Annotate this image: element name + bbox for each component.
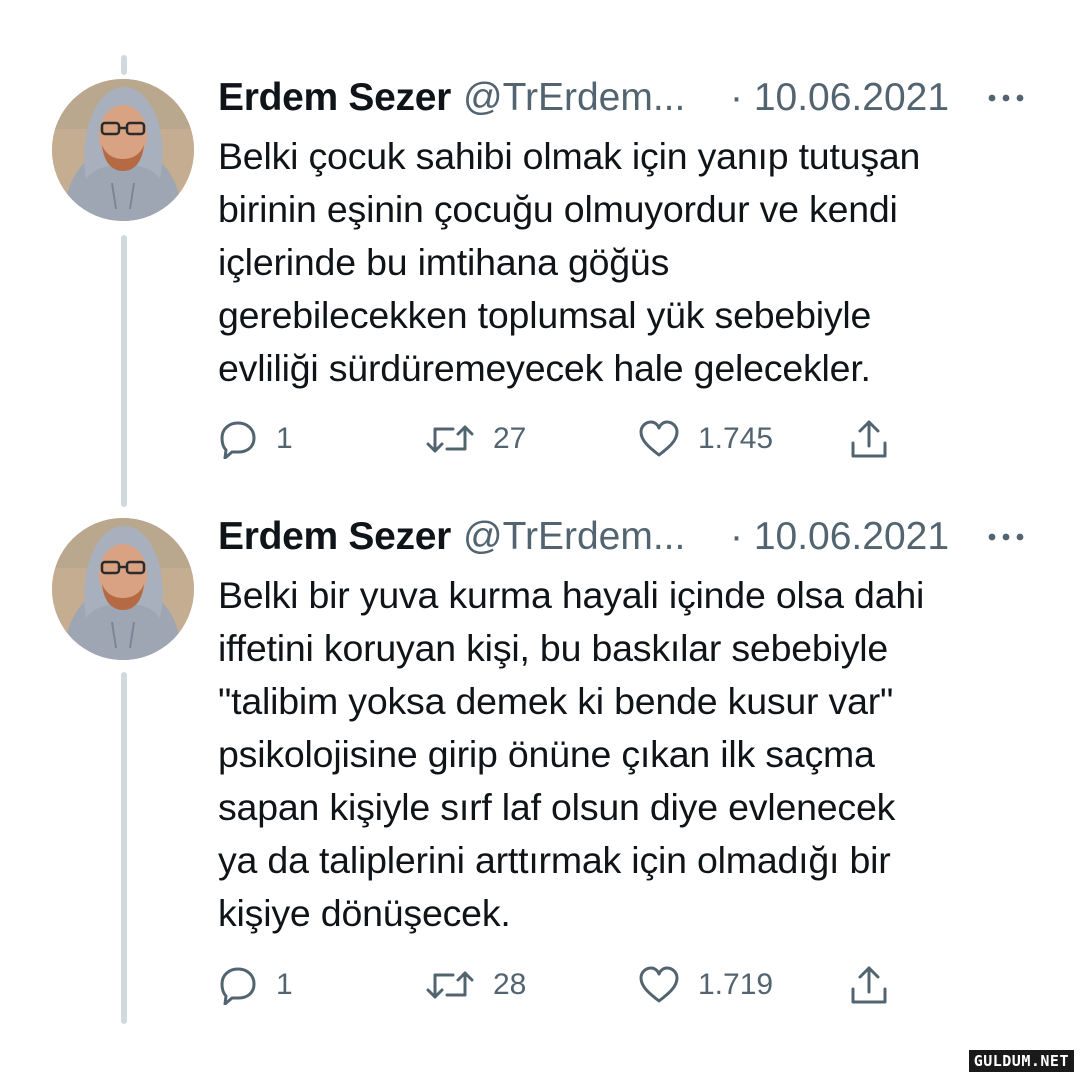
share-button[interactable] [848,417,890,461]
retweet-button[interactable]: 27 [425,417,526,461]
reply-button[interactable]: 1 [218,417,293,461]
retweet-icon [426,425,474,453]
tweet[interactable]: Erdem Sezer @TrErdem... · 10.06.2021 Belk… [218,70,1038,395]
author-name[interactable]: Erdem Sezer [218,76,451,119]
reply-count: 1 [276,968,293,1001]
like-button[interactable]: 1.745 [638,417,773,461]
thread-line-bottom [121,672,127,1024]
reply-button[interactable]: 1 [218,963,293,1007]
like-count: 1.719 [698,968,774,1001]
tweet-text: Belki bir yuva kurma hayali içinde olsa … [218,574,925,934]
author-name[interactable]: Erdem Sezer [218,515,451,558]
retweet-count: 28 [493,968,527,1001]
share-button[interactable] [848,963,890,1007]
more-icon[interactable] [986,523,1026,551]
author-handle[interactable]: @TrErdem... [463,515,685,558]
watermark: GULDUM.NET [968,1050,1074,1072]
tweet-actions: 1 28 1.719 [218,963,918,1007]
heart-icon [639,966,679,1003]
retweet-icon [426,971,474,999]
tweet-text: Belki çocuk sahibi olmak için yanıp tutu… [218,135,921,389]
thread-line-top [121,55,127,75]
tweet[interactable]: Erdem Sezer @TrErdem... · 10.06.2021 Belk… [218,509,1038,940]
reply-icon [220,967,256,1005]
reply-count: 1 [276,422,293,455]
tweet-date[interactable]: · 10.06.2021 [730,509,949,565]
heart-icon [639,420,679,457]
like-button[interactable]: 1.719 [638,963,773,1007]
reply-icon [220,421,256,459]
avatar[interactable] [52,79,194,221]
share-icon [851,420,887,458]
tweet-actions: 1 27 1.745 [218,417,918,461]
tweet-header: Erdem Sezer @TrErdem... · 10.06.2021 [218,70,1038,126]
thread-line-middle [121,235,127,507]
retweet-count: 27 [493,422,527,455]
retweet-button[interactable]: 28 [425,963,526,1007]
tweet-date[interactable]: · 10.06.2021 [730,70,949,126]
tweet-header: Erdem Sezer @TrErdem... · 10.06.2021 [218,509,1038,565]
avatar[interactable] [52,518,194,660]
share-icon [851,966,887,1004]
author-handle[interactable]: @TrErdem... [463,76,685,119]
more-icon[interactable] [986,84,1026,112]
like-count: 1.745 [698,422,774,455]
